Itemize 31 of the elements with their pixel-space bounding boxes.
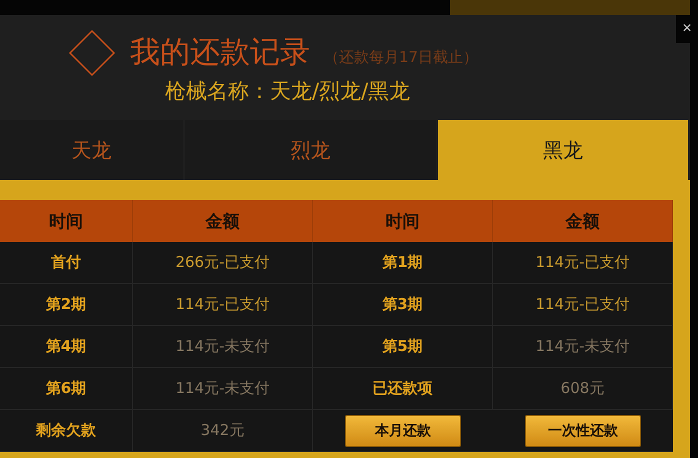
table-cell: 114元-未支付 <box>493 326 673 368</box>
table-cell: 剩余欠款 <box>0 410 133 452</box>
table-cell: 114元-未支付 <box>133 326 313 368</box>
weapon-names: 枪械名称：天龙/烈龙/黑龙 <box>165 78 412 105</box>
diamond-icon <box>68 29 116 77</box>
tab[interactable]: 天龙 <box>0 120 183 180</box>
table-cell: 114元-已支付 <box>493 242 673 284</box>
table-cell: 第4期 <box>0 326 133 368</box>
table-cell: 第2期 <box>0 284 133 326</box>
column-header: 时间 <box>0 200 133 242</box>
column-header: 金额 <box>133 200 313 242</box>
table-cell: 114元-未支付 <box>133 368 313 410</box>
column-header: 时间 <box>313 200 493 242</box>
table-cell: 已还款项 <box>313 368 493 410</box>
pay-button[interactable]: 本月还款 <box>345 414 461 446</box>
table-cell: 266元-已支付 <box>133 242 313 284</box>
tab[interactable]: 烈龙 <box>185 120 436 180</box>
table-cell: 第6期 <box>0 368 133 410</box>
dialog-title: 我的还款记录 <box>130 35 310 71</box>
pay-button[interactable]: 一次性还款 <box>525 414 641 446</box>
column-header: 金额 <box>493 200 673 242</box>
table-cell: 608元 <box>493 368 673 410</box>
table-cell: 114元-已支付 <box>133 284 313 326</box>
table-cell: 第3期 <box>313 284 493 326</box>
tab[interactable]: 黑龙 <box>438 120 688 180</box>
table-cell: 114元-已支付 <box>493 284 673 326</box>
deadline-note: （还款每月17日截止） <box>324 48 478 66</box>
table-cell: 首付 <box>0 242 133 284</box>
table-cell: 第5期 <box>313 326 493 368</box>
table-cell: 342元 <box>133 410 313 452</box>
table-cell: 第1期 <box>313 242 493 284</box>
